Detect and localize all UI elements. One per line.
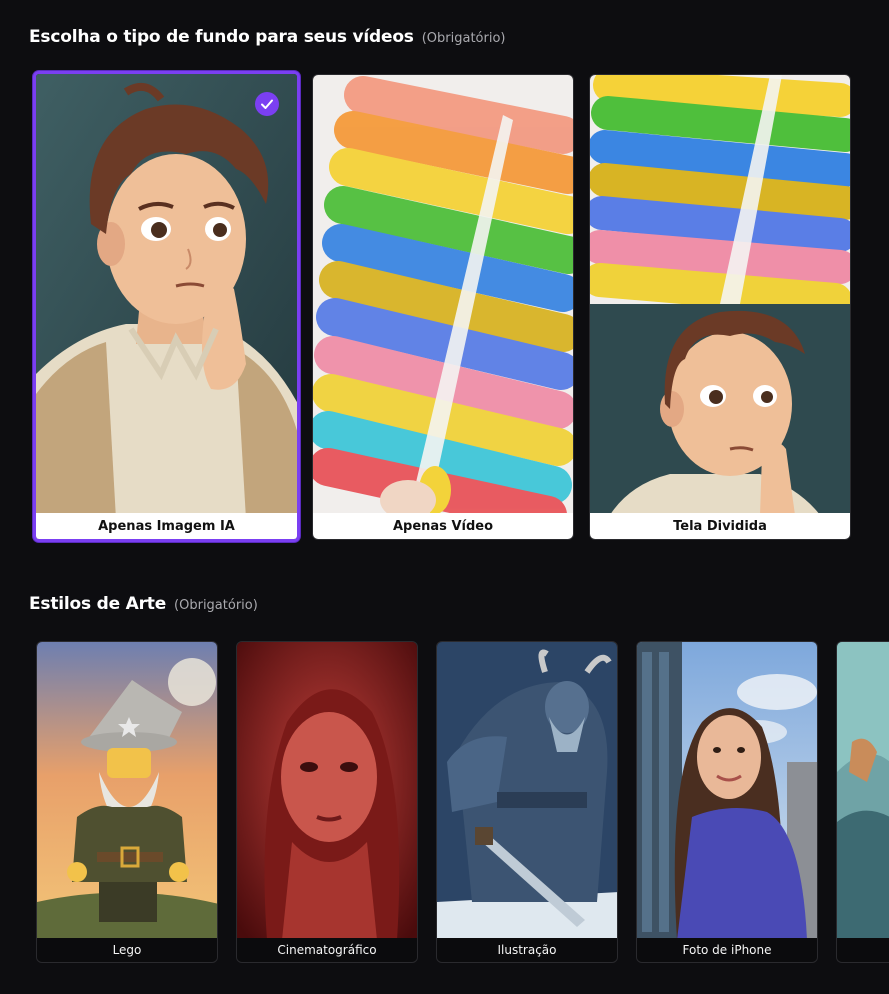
background-option-split-screen[interactable]: Tela Dividida	[589, 74, 851, 540]
ai-image-preview	[36, 74, 297, 513]
art-style-label-iphone-photo: Foto de iPhone	[637, 938, 817, 962]
video-preview	[313, 75, 573, 513]
art-style-label-illustration: Ilustração	[437, 938, 617, 962]
cinematic-portrait-image	[237, 642, 417, 938]
lego-preview	[37, 642, 217, 938]
iphone-photo-preview	[637, 642, 817, 938]
art-styles-header: Estilos de Arte (Obrigatório)	[29, 594, 258, 614]
background-option-ai-image[interactable]: Apenas Imagem IA	[33, 71, 300, 542]
art-style-cinematic[interactable]: Cinematográfico	[236, 641, 418, 963]
illustration-preview	[437, 642, 617, 938]
background-style-page: Escolha o tipo de fundo para seus vídeos…	[0, 0, 889, 994]
art-style-lego[interactable]: Lego	[36, 641, 218, 963]
lego-wizard-image	[37, 642, 217, 938]
check-icon	[261, 99, 273, 109]
next-style-preview	[837, 642, 889, 938]
background-type-header: Escolha o tipo de fundo para seus vídeos…	[29, 27, 505, 47]
cinematic-preview	[237, 642, 417, 938]
cartoon-boy-thinking-illustration	[36, 74, 297, 513]
selected-check-badge	[255, 92, 279, 116]
iphone-selfie-photo	[637, 642, 817, 938]
viking-warrior-illustration	[437, 642, 617, 938]
art-style-label-cinematic: Cinematográfico	[237, 938, 417, 962]
background-type-required-label: (Obrigatório)	[421, 31, 506, 46]
option-label-video: Apenas Vídeo	[313, 513, 573, 539]
art-style-next-partial[interactable]	[836, 641, 889, 963]
rainbow-jelly-video-thumbnail	[313, 75, 573, 513]
option-label-split-screen: Tela Dividida	[590, 513, 850, 539]
art-style-label-next	[837, 938, 889, 962]
art-styles-title: Estilos de Arte	[29, 594, 167, 614]
background-option-video[interactable]: Apenas Vídeo	[312, 74, 574, 540]
background-type-title: Escolha o tipo de fundo para seus vídeos	[29, 27, 414, 47]
art-styles-required-label: (Obrigatório)	[174, 598, 258, 613]
art-style-illustration[interactable]: Ilustração	[436, 641, 618, 963]
art-style-label-lego: Lego	[37, 938, 217, 962]
split-top-video	[590, 75, 850, 304]
split-screen-preview	[590, 75, 850, 513]
option-label-ai-image: Apenas Imagem IA	[36, 513, 297, 539]
split-bottom-image	[590, 304, 850, 513]
art-style-iphone-photo[interactable]: Foto de iPhone	[636, 641, 818, 963]
